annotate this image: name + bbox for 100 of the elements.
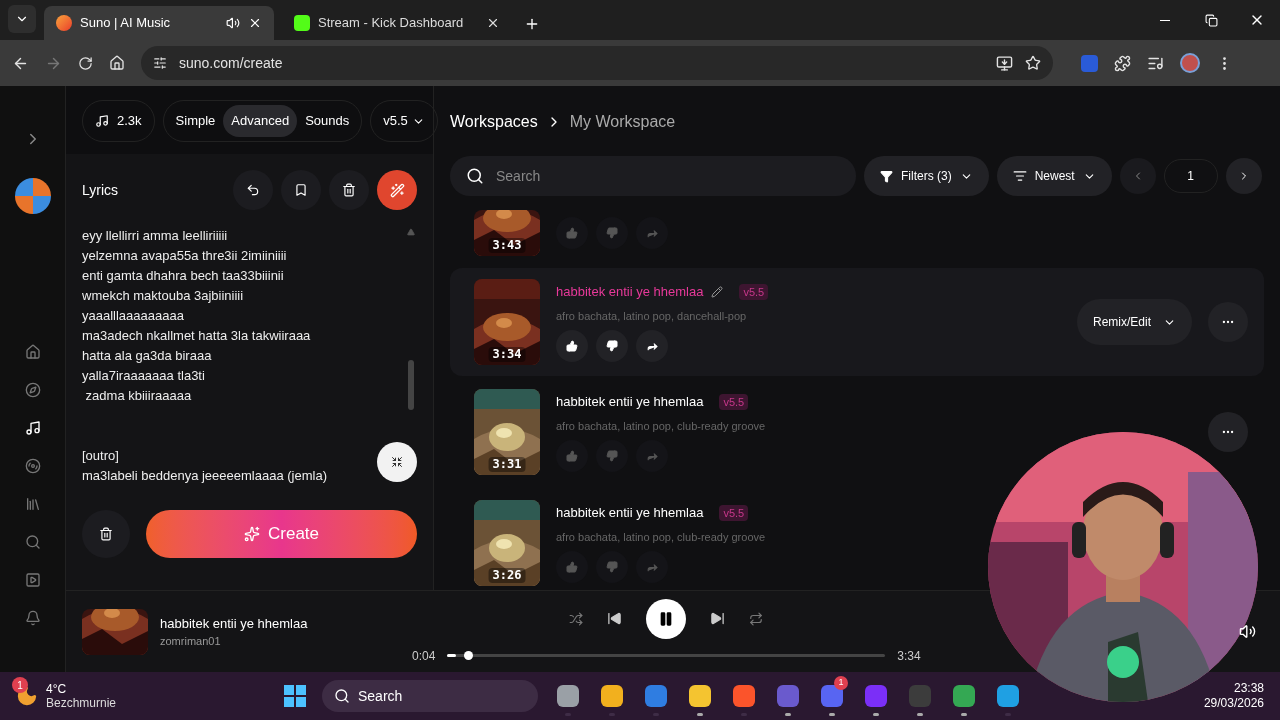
create-button[interactable]: Create bbox=[146, 510, 417, 558]
app-icon[interactable] bbox=[645, 685, 667, 707]
app-icon[interactable] bbox=[733, 685, 755, 707]
repeat-icon[interactable] bbox=[749, 611, 764, 626]
volume-icon[interactable] bbox=[1239, 623, 1256, 640]
clear-button[interactable] bbox=[329, 170, 369, 210]
song-title[interactable]: habbitek entii ye hhemlaa bbox=[556, 503, 704, 523]
clock-date[interactable]: 29/03/2026 bbox=[1203, 696, 1264, 711]
notification-badge: 1 bbox=[834, 676, 848, 690]
mode-tab[interactable]: Advanced bbox=[223, 105, 298, 137]
breadcrumb-link[interactable]: Workspaces bbox=[450, 110, 538, 134]
undo-button[interactable] bbox=[233, 170, 273, 210]
share-button[interactable] bbox=[636, 330, 668, 362]
search-icon bbox=[466, 167, 484, 185]
site-settings-icon[interactable] bbox=[153, 56, 167, 70]
search-icon[interactable] bbox=[24, 534, 41, 550]
filter-icon bbox=[880, 169, 893, 183]
thumbs-up-icon bbox=[566, 450, 578, 462]
home-icon[interactable] bbox=[24, 344, 41, 360]
progress-track[interactable] bbox=[447, 654, 886, 657]
profile-avatar[interactable] bbox=[1180, 53, 1200, 73]
bookmark-button[interactable] bbox=[281, 170, 321, 210]
sparkles-icon bbox=[244, 526, 260, 542]
weather-badge: 1 bbox=[12, 677, 28, 693]
mode-tab[interactable]: Simple bbox=[167, 105, 224, 137]
collapse-button[interactable] bbox=[377, 442, 417, 482]
compass-icon[interactable] bbox=[24, 382, 41, 398]
thumbs-down-icon bbox=[606, 450, 618, 462]
app-icon[interactable] bbox=[953, 685, 975, 707]
address-bar[interactable]: suno.com/create bbox=[141, 46, 1053, 80]
app-icon[interactable] bbox=[689, 685, 711, 707]
thumbs-down-icon bbox=[606, 340, 618, 352]
next-icon[interactable] bbox=[710, 611, 726, 626]
music-note-icon bbox=[95, 114, 109, 128]
dislike-button[interactable] bbox=[596, 330, 628, 362]
magic-wand-button[interactable] bbox=[377, 170, 417, 210]
pause-button[interactable] bbox=[646, 598, 687, 639]
app-icon[interactable] bbox=[997, 685, 1019, 707]
new-tab-button[interactable] bbox=[524, 16, 540, 32]
collapse-icon bbox=[391, 456, 403, 468]
player-title[interactable]: habbitek entii ye hhemlaa bbox=[160, 613, 308, 633]
song-row[interactable]: 3:26 habbitek entii ye hhemlaa v5.5 afro bachata, latino pop, club-ready groove bbox=[450, 487, 1264, 590]
scroll-up-icon[interactable] bbox=[407, 228, 415, 236]
puzzle-icon[interactable] bbox=[1114, 54, 1131, 72]
song-title[interactable]: habbitek entii ye hhemlaa bbox=[556, 392, 704, 412]
disc-icon[interactable] bbox=[24, 458, 41, 474]
trash-icon bbox=[342, 183, 356, 197]
browser-tab[interactable]: Suno | AI Music bbox=[44, 6, 274, 40]
song-tags: afro bachata, latino pop, dancehall-pop bbox=[556, 307, 1061, 324]
filters-button[interactable]: Filters (3) bbox=[864, 156, 989, 196]
previous-icon[interactable] bbox=[607, 611, 623, 626]
close-icon[interactable] bbox=[486, 16, 500, 30]
sort-button[interactable]: Newest bbox=[996, 156, 1112, 196]
progress-thumb[interactable] bbox=[464, 651, 474, 660]
app-icon[interactable] bbox=[557, 685, 579, 707]
song-row-highlight[interactable]: 3:34 habbitek entii ye hhemlaa v5.5 afro bachata, latino pop, dancehall-pop Remix/Edit bbox=[450, 268, 1264, 376]
song-duration: 3:34 bbox=[488, 347, 526, 362]
player-artist[interactable]: zomriman01 bbox=[160, 633, 308, 650]
thumbs-down-icon bbox=[606, 227, 618, 239]
like-button[interactable] bbox=[556, 330, 588, 362]
bookmark-star-icon[interactable] bbox=[1025, 55, 1041, 71]
tab-list-button[interactable] bbox=[8, 5, 36, 33]
avatar[interactable] bbox=[14, 178, 51, 214]
music-note-icon[interactable] bbox=[24, 420, 41, 436]
video-icon[interactable] bbox=[24, 572, 41, 588]
lyrics-label: Lyrics bbox=[82, 180, 120, 200]
scrollbar-thumb[interactable] bbox=[408, 360, 414, 410]
song-tags: afro bachata, latino pop, club-ready groove bbox=[556, 417, 1192, 434]
search-icon bbox=[334, 688, 350, 704]
undo-icon bbox=[246, 183, 260, 197]
url-text: suno.com/create bbox=[179, 53, 284, 73]
sort-icon bbox=[1012, 169, 1027, 183]
library-icon[interactable] bbox=[24, 496, 41, 512]
bell-icon[interactable] bbox=[24, 610, 41, 626]
thumbs-up-icon bbox=[566, 340, 578, 352]
speaker-icon[interactable] bbox=[226, 16, 240, 30]
search-field[interactable]: Search bbox=[450, 156, 856, 196]
browser-tab[interactable]: Stream - Kick Dashboard bbox=[282, 6, 512, 40]
delete-button[interactable] bbox=[82, 510, 130, 558]
breadcrumb-current: My Workspace bbox=[569, 112, 676, 132]
close-icon[interactable] bbox=[248, 16, 262, 30]
shuffle-icon[interactable] bbox=[569, 611, 584, 626]
remix-edit-button[interactable]: Remix/Edit bbox=[1077, 299, 1192, 345]
lyrics-field[interactable]: eyy llellirri amma leelliriiiii yelzemna avapa55a thre3ii 2imiiniiii enti gamta dhahra bech taa33biiinii wmekch maktouba 3ajbiiniiii yaaalllaaaaaaaaa ma3adech nkallmet hatta 3la takwiiraaa hatta ala ga3da biraaa yalla7iraaaaaaa tla3ti zadma kbiiiraaaaa [outro] ma3labeli beddenya jeeeeemlaaaa (jemla) bbox=[82, 226, 405, 488]
thumbs-up-icon bbox=[566, 227, 578, 239]
windows-logo-icon[interactable] bbox=[284, 685, 306, 707]
taskbar-search-field[interactable]: Search bbox=[322, 680, 538, 712]
install-icon[interactable] bbox=[996, 54, 1013, 72]
thumbs-up-icon bbox=[566, 561, 578, 573]
reload-icon[interactable] bbox=[78, 55, 93, 71]
mode-tab[interactable]: Sounds bbox=[297, 105, 358, 137]
plus-icon bbox=[524, 16, 540, 32]
pencil-icon[interactable] bbox=[711, 285, 724, 298]
app-icon[interactable] bbox=[601, 685, 623, 707]
thumbs-down-icon bbox=[606, 561, 618, 573]
version-badge: v5.5 bbox=[719, 393, 749, 410]
tab-favicon-icon bbox=[294, 15, 310, 31]
song-title[interactable]: habbitek entii ye hhemlaa bbox=[556, 282, 704, 302]
weather-location: Bezchmurnie bbox=[46, 696, 117, 710]
clock-time[interactable]: 23:38 bbox=[1233, 681, 1264, 696]
